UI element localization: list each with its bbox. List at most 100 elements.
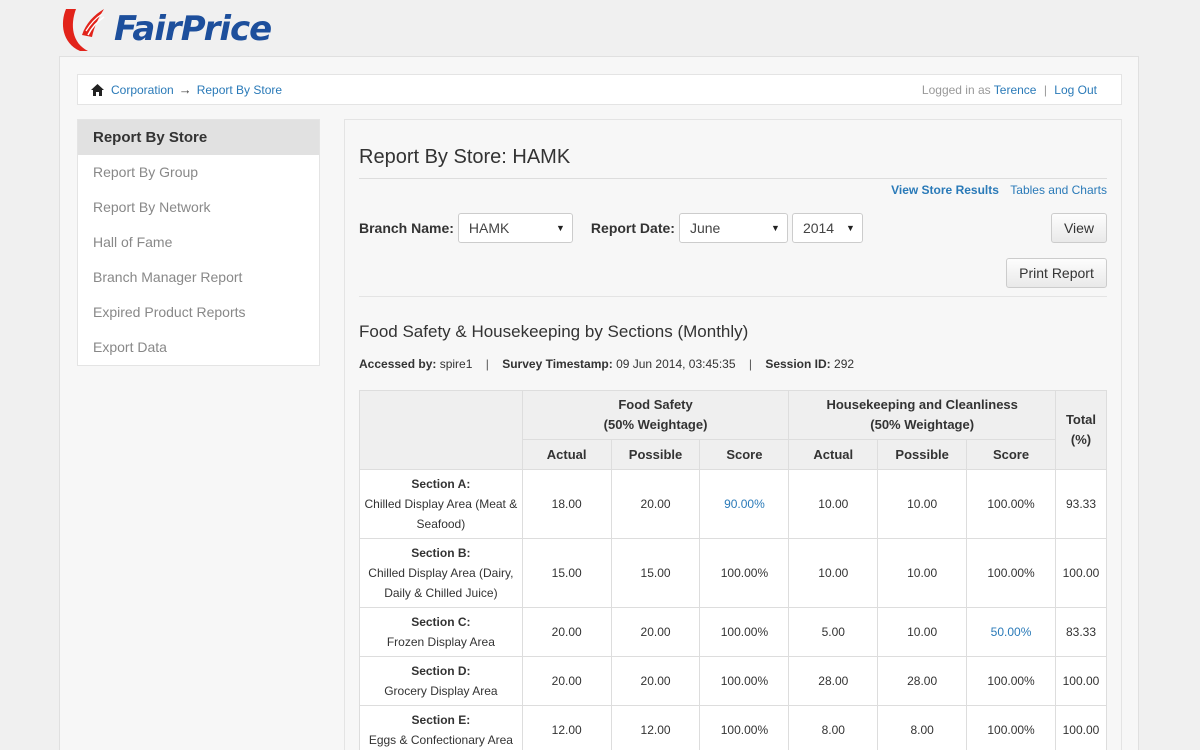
fs-actual-header: Actual	[521, 439, 612, 470]
fs-score-cell: 100.00%	[699, 656, 790, 706]
brand-name: FairPrice	[114, 9, 272, 49]
report-date-label: Report Date:	[590, 220, 675, 236]
fs-possible-cell: 15.00	[610, 538, 701, 608]
session-id-value: 292	[834, 357, 855, 371]
breadcrumb-report-by-store-link[interactable]: Report By Store	[197, 83, 282, 97]
sidebar-nav: Report By Store Report By Group Report B…	[77, 119, 320, 366]
home-icon	[91, 83, 104, 96]
fs-possible-cell: 20.00	[610, 607, 701, 657]
housekeeping-header: Housekeeping and Cleanliness (50% Weight…	[788, 390, 1056, 440]
section-label: Section B:	[411, 546, 471, 560]
hk-possible-header: Possible	[877, 439, 968, 470]
hk-possible-cell: 8.00	[877, 705, 968, 750]
total-title: Total	[1065, 412, 1097, 427]
chevron-down-icon: ▼	[846, 223, 855, 233]
section-area: Frozen Display Area	[386, 635, 495, 649]
sidebar-item-export-data[interactable]: Export Data	[78, 330, 319, 365]
branch-name-select[interactable]: HAMK ▼	[457, 213, 573, 243]
sidebar-item-report-by-store[interactable]: Report By Store	[78, 120, 319, 155]
sidebar-item-hall-of-fame[interactable]: Hall of Fame	[78, 225, 319, 260]
food-safety-weight: (50% Weightage)	[603, 417, 708, 432]
total-cell: 100.00	[1054, 538, 1108, 608]
fairprice-logo[interactable]: FairPrice	[58, 4, 272, 54]
fs-score-cell[interactable]: 90.00%	[699, 469, 790, 539]
meta-separator: |	[748, 357, 752, 371]
user-name-link[interactable]: Terence	[994, 83, 1037, 97]
hk-actual-cell: 10.00	[788, 469, 879, 539]
section-label: Section D:	[411, 664, 471, 678]
total-unit: (%)	[1070, 432, 1092, 447]
hk-score-cell: 100.00%	[966, 469, 1056, 539]
hk-possible-cell: 10.00	[877, 469, 968, 539]
tables-and-charts-link[interactable]: Tables and Charts	[1010, 183, 1107, 197]
logout-link[interactable]: Log Out	[1054, 83, 1097, 97]
hk-score-cell: 100.00%	[966, 656, 1056, 706]
view-button[interactable]: View	[1051, 213, 1107, 243]
chevron-down-icon: ▼	[556, 223, 565, 233]
hk-actual-cell: 28.00	[788, 656, 879, 706]
section-cell: Section A: Chilled Display Area (Meat & S…	[359, 469, 523, 539]
section-area: Chilled Display Area (Dairy, Daily & Chi…	[368, 566, 514, 600]
total-header: Total (%)	[1054, 390, 1108, 470]
section-area: Grocery Display Area	[384, 684, 498, 698]
table-row: Section A: Chilled Display Area (Meat & S…	[359, 469, 1108, 539]
sidebar-item-branch-manager-report[interactable]: Branch Manager Report	[78, 260, 319, 295]
hk-score-cell[interactable]: 50.00%	[966, 607, 1056, 657]
main-panel: Report By Store: HAMK View Store Results…	[344, 119, 1122, 750]
report-meta: Accessed by: spire1 | Survey Timestamp: …	[359, 357, 1107, 371]
report-year-select[interactable]: 2014 ▼	[791, 213, 863, 243]
branch-name-label: Branch Name:	[359, 220, 454, 236]
fs-score-cell: 100.00%	[699, 607, 790, 657]
accessed-by-label: Accessed by:	[359, 357, 437, 371]
table-row: Section B: Chilled Display Area (Dairy, D…	[359, 538, 1108, 608]
login-info: Logged in as Terence | Log Out	[922, 83, 1097, 97]
fs-actual-cell: 18.00	[521, 469, 612, 539]
fs-actual-cell: 12.00	[521, 705, 612, 750]
breadcrumb-arrow: →	[178, 82, 192, 97]
breadcrumb-corporation-link[interactable]: Corporation	[111, 83, 174, 97]
section-area: Chilled Display Area (Meat & Seafood)	[364, 497, 518, 531]
accessed-by-value: spire1	[439, 357, 473, 371]
hk-score-header: Score	[966, 439, 1056, 470]
table-row: Section D: Grocery Display Area 20.00 20.…	[359, 656, 1108, 706]
survey-timestamp-value: 09 Jun 2014, 03:45:35	[616, 357, 736, 371]
print-row: Print Report	[359, 258, 1107, 297]
section-cell: Section B: Chilled Display Area (Dairy, D…	[359, 538, 523, 608]
section-label: Section C:	[411, 615, 471, 629]
fs-score-cell: 100.00%	[699, 538, 790, 608]
page-title: Report By Store: HAMK	[359, 146, 1107, 179]
hk-possible-cell: 10.00	[877, 607, 968, 657]
section-cell: Section D: Grocery Display Area	[359, 656, 523, 706]
sidebar-item-report-by-group[interactable]: Report By Group	[78, 155, 319, 190]
hk-actual-cell: 5.00	[788, 607, 879, 657]
table-row: Section E: Eggs & Confectionary Area 12.0…	[359, 705, 1108, 750]
view-store-results-link[interactable]: View Store Results	[891, 183, 999, 197]
sidebar-item-report-by-network[interactable]: Report By Network	[78, 190, 319, 225]
hk-score-cell: 100.00%	[966, 538, 1056, 608]
section-header	[359, 390, 523, 470]
section-area: Eggs & Confectionary Area	[368, 733, 513, 747]
sections-table: Food Safety (50% Weightage) Housekeeping…	[359, 390, 1108, 750]
total-cell: 83.33	[1054, 607, 1108, 657]
fs-score-cell: 100.00%	[699, 705, 790, 750]
login-separator: |	[1043, 82, 1047, 97]
session-id-label: Session ID:	[765, 357, 831, 371]
section-label: Section A:	[411, 477, 471, 491]
fs-possible-cell: 20.00	[610, 469, 701, 539]
total-cell: 100.00	[1054, 705, 1108, 750]
report-month-value: June	[689, 220, 721, 236]
hk-actual-header: Actual	[788, 439, 879, 470]
report-month-select[interactable]: June ▼	[678, 213, 788, 243]
survey-timestamp-label: Survey Timestamp:	[502, 357, 613, 371]
food-safety-header: Food Safety (50% Weightage)	[521, 390, 790, 440]
section-label: Section E:	[411, 713, 471, 727]
fs-possible-cell: 20.00	[610, 656, 701, 706]
fs-score-header: Score	[699, 439, 790, 470]
chevron-down-icon: ▼	[771, 223, 780, 233]
logged-in-label: Logged in as	[921, 82, 991, 97]
hk-possible-cell: 10.00	[877, 538, 968, 608]
hk-actual-cell: 8.00	[788, 705, 879, 750]
sidebar-item-expired-product-reports[interactable]: Expired Product Reports	[78, 295, 319, 330]
hk-possible-cell: 28.00	[877, 656, 968, 706]
print-report-button[interactable]: Print Report	[1006, 258, 1107, 288]
